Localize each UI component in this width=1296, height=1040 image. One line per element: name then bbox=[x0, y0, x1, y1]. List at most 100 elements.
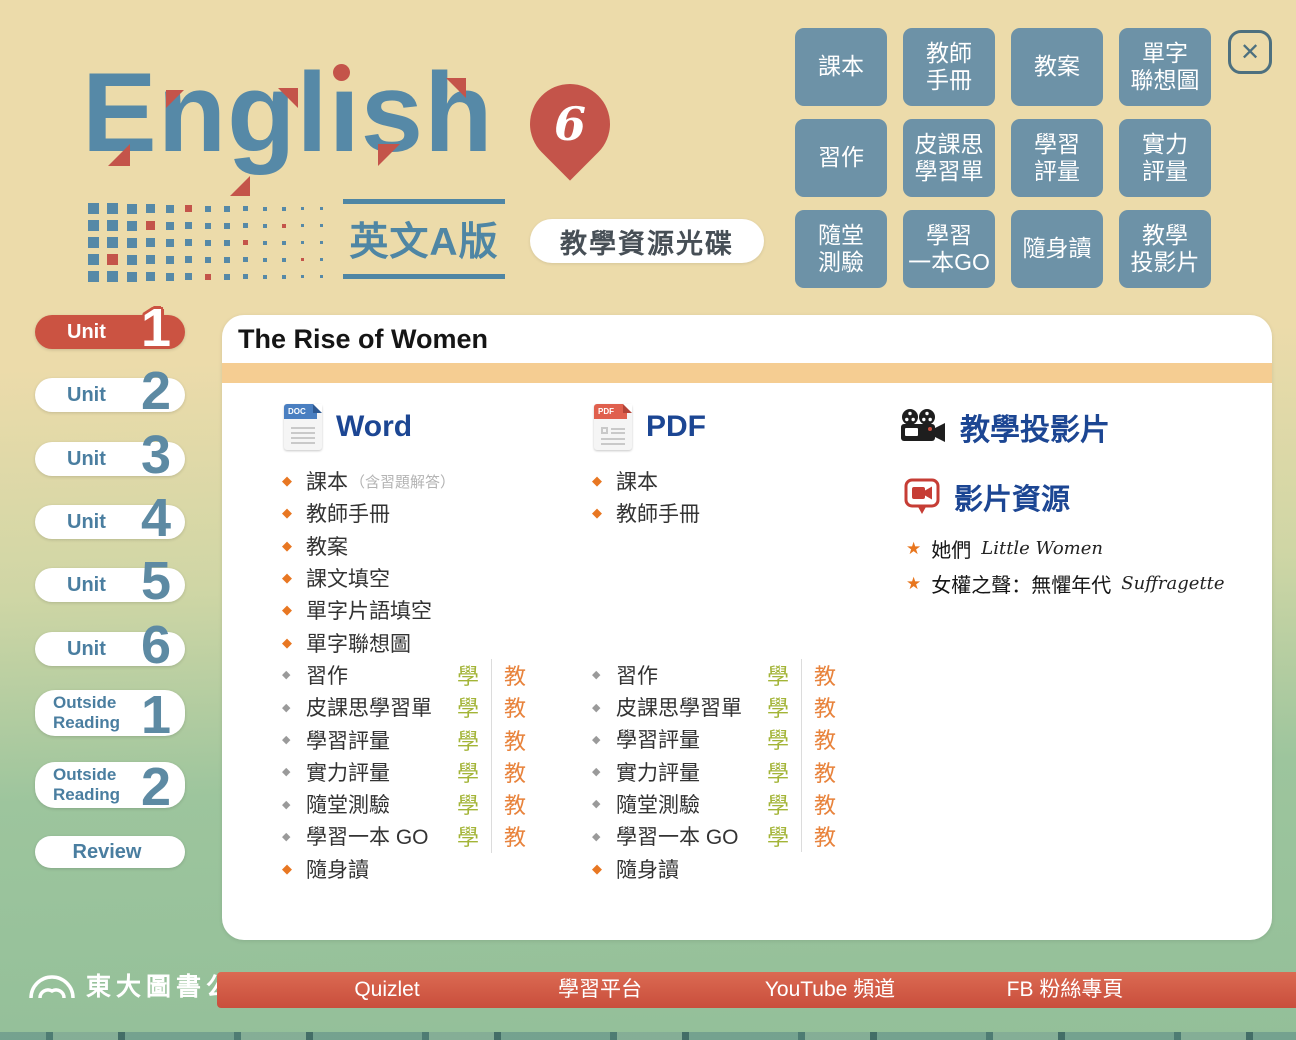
learn-link[interactable]: 學 bbox=[445, 820, 491, 852]
teach-link[interactable]: 教 bbox=[492, 659, 538, 691]
sidebar-item-unit-5[interactable]: Unit 5 bbox=[35, 568, 185, 602]
close-icon: ✕ bbox=[1240, 38, 1260, 67]
menu-button-teaching-slides[interactable]: 教學 投影片 bbox=[1119, 210, 1211, 288]
teach-link[interactable]: 教 bbox=[802, 691, 848, 723]
list-item[interactable]: ◆ 單字片語填空 bbox=[282, 594, 538, 626]
logo-i-dot bbox=[333, 64, 350, 81]
diamond-bullet-icon: ◆ bbox=[282, 570, 306, 586]
logo-accent bbox=[230, 176, 250, 196]
sidebar-item-unit-3[interactable]: Unit 3 bbox=[35, 442, 185, 476]
diamond-bullet-icon: ◆ bbox=[592, 797, 616, 810]
teach-link[interactable]: 教 bbox=[802, 659, 848, 691]
learn-link[interactable]: 學 bbox=[445, 724, 491, 756]
sidebar-item-unit-4[interactable]: Unit 4 bbox=[35, 505, 185, 539]
list-item: ◆ 習作 學教 bbox=[592, 659, 848, 691]
teach-link[interactable]: 教 bbox=[492, 820, 538, 852]
menu-button-lesson-plan[interactable]: 教案 bbox=[1011, 28, 1103, 106]
menu-button-ability-assessment[interactable]: 實力 評量 bbox=[1119, 119, 1211, 197]
footer-link-quizlet[interactable]: Quizlet bbox=[354, 972, 419, 1008]
menu-button-pics-worksheet[interactable]: 皮課思 學習單 bbox=[903, 119, 995, 197]
resource-menu: 課本 教師 手冊 教案 單字 聯想圖 習作 皮課思 學習單 學習 評量 實力 評… bbox=[795, 28, 1211, 288]
list-item[interactable]: ◆ 課本 （含習題解答） bbox=[282, 465, 538, 497]
teach-link[interactable]: 教 bbox=[802, 788, 848, 820]
teach-link[interactable]: 教 bbox=[492, 756, 538, 788]
diamond-bullet-icon: ◆ bbox=[592, 668, 616, 681]
sidebar-item-review[interactable]: Review bbox=[35, 836, 185, 868]
sidebar-item-unit-2[interactable]: Unit 2 bbox=[35, 378, 185, 412]
dot-matrix-decoration bbox=[88, 203, 338, 289]
star-icon: ★ bbox=[906, 574, 921, 594]
menu-button-teacher-manual[interactable]: 教師 手冊 bbox=[903, 28, 995, 106]
film-projector-icon bbox=[900, 408, 946, 446]
list-item[interactable]: ◆ 課文填空 bbox=[282, 562, 538, 594]
menu-button-quiz[interactable]: 隨堂 測驗 bbox=[795, 210, 887, 288]
learn-link[interactable]: 學 bbox=[755, 723, 801, 755]
diamond-bullet-icon: ◆ bbox=[282, 538, 306, 554]
list-item[interactable]: ◆ 教師手冊 bbox=[592, 497, 848, 529]
diamond-bullet-icon: ◆ bbox=[592, 830, 616, 843]
footer-link-youtube[interactable]: YouTube 頻道 bbox=[765, 972, 895, 1008]
close-button[interactable]: ✕ bbox=[1228, 30, 1272, 74]
list-item[interactable]: ◆ 教案 bbox=[282, 530, 538, 562]
video-item[interactable]: ★ 她們 Little Women bbox=[906, 531, 1248, 566]
list-item: ◆ 學習一本 GO 學教 bbox=[592, 820, 848, 852]
diamond-bullet-icon: ◆ bbox=[282, 830, 306, 843]
teach-link[interactable]: 教 bbox=[802, 820, 848, 852]
video-resources-heading: 影片資源 bbox=[954, 476, 1070, 518]
diamond-bullet-icon: ◆ bbox=[282, 733, 306, 746]
teach-link[interactable]: 教 bbox=[492, 724, 538, 756]
footer-link-facebook[interactable]: FB 粉絲專頁 bbox=[1007, 972, 1124, 1008]
menu-button-pocket-reader[interactable]: 隨身讀 bbox=[1011, 210, 1103, 288]
sidebar-item-unit-6[interactable]: Unit 6 bbox=[35, 632, 185, 666]
pdf-section-header: PDF PDF bbox=[592, 403, 854, 451]
list-item[interactable]: ◆ 課本 bbox=[592, 465, 848, 497]
diamond-bullet-icon: ◆ bbox=[592, 701, 616, 714]
learn-link[interactable]: 學 bbox=[755, 659, 801, 691]
teach-link[interactable]: 教 bbox=[802, 756, 848, 788]
video-item[interactable]: ★ 女權之聲：無懼年代 Suffragette bbox=[906, 566, 1248, 601]
list-item[interactable]: ◆ 隨身讀 bbox=[282, 853, 538, 885]
teach-link[interactable]: 教 bbox=[492, 691, 538, 723]
diamond-bullet-icon: ◆ bbox=[282, 473, 306, 489]
unit-content-panel: The Rise of Women DOC Word ◆ 課本 （含習題解答） bbox=[222, 315, 1272, 940]
menu-button-learn-go[interactable]: 學習 一本GO bbox=[903, 210, 995, 288]
learn-link[interactable]: 學 bbox=[445, 659, 491, 691]
list-item: ◆ 學習一本 GO 學教 bbox=[282, 820, 538, 852]
star-icon: ★ bbox=[906, 539, 921, 559]
pdf-file-icon: PDF bbox=[594, 404, 632, 450]
footer-link-learning-platform[interactable]: 學習平台 bbox=[558, 972, 642, 1008]
sidebar-item-unit-1[interactable]: Unit 1 bbox=[35, 315, 185, 349]
learn-link[interactable]: 學 bbox=[445, 756, 491, 788]
learn-link[interactable]: 學 bbox=[755, 756, 801, 788]
arch-logo-icon bbox=[28, 970, 76, 1000]
list-item[interactable]: ◆ 隨身讀 bbox=[592, 852, 848, 884]
diamond-bullet-icon: ◆ bbox=[592, 861, 616, 877]
menu-button-textbook[interactable]: 課本 bbox=[795, 28, 887, 106]
edition-label: 英文A版 bbox=[343, 199, 505, 279]
teach-link[interactable]: 教 bbox=[802, 723, 848, 755]
learn-link[interactable]: 學 bbox=[755, 691, 801, 723]
video-resources-header: 影片資源 bbox=[898, 473, 1248, 521]
diamond-bullet-icon: ◆ bbox=[282, 668, 306, 681]
list-item[interactable]: ◆ 單字聯想圖 bbox=[282, 626, 538, 658]
unit-number: 6 bbox=[141, 623, 171, 669]
learn-link[interactable]: 學 bbox=[445, 788, 491, 820]
teach-link[interactable]: 教 bbox=[492, 788, 538, 820]
list-item: ◆ 隨堂測驗 學教 bbox=[282, 788, 538, 820]
menu-button-learning-assessment[interactable]: 學習 評量 bbox=[1011, 119, 1103, 197]
pdf-list: ◆ 課本 ◆ 教師手冊 ◆ 習作 學教 ◆ 皮課思學習單 學教 bbox=[592, 465, 854, 885]
learn-link[interactable]: 學 bbox=[445, 691, 491, 723]
diamond-bullet-icon: ◆ bbox=[592, 505, 616, 521]
diamond-bullet-icon: ◆ bbox=[592, 733, 616, 746]
learn-link[interactable]: 學 bbox=[755, 788, 801, 820]
sidebar-item-outside-reading-1[interactable]: Outside Reading 1 bbox=[35, 690, 185, 736]
list-item: ◆ 隨堂測驗 學教 bbox=[592, 788, 848, 820]
unit-number: 1 bbox=[141, 693, 171, 739]
sidebar-item-outside-reading-2[interactable]: Outside Reading 2 bbox=[35, 762, 185, 808]
menu-button-workbook[interactable]: 習作 bbox=[795, 119, 887, 197]
list-item[interactable]: ◆ 教師手冊 bbox=[282, 497, 538, 529]
learn-link[interactable]: 學 bbox=[755, 820, 801, 852]
word-section-header: DOC Word bbox=[282, 403, 544, 451]
menu-button-word-map[interactable]: 單字 聯想圖 bbox=[1119, 28, 1211, 106]
teaching-slides-header[interactable]: 教學投影片 bbox=[898, 403, 1248, 451]
